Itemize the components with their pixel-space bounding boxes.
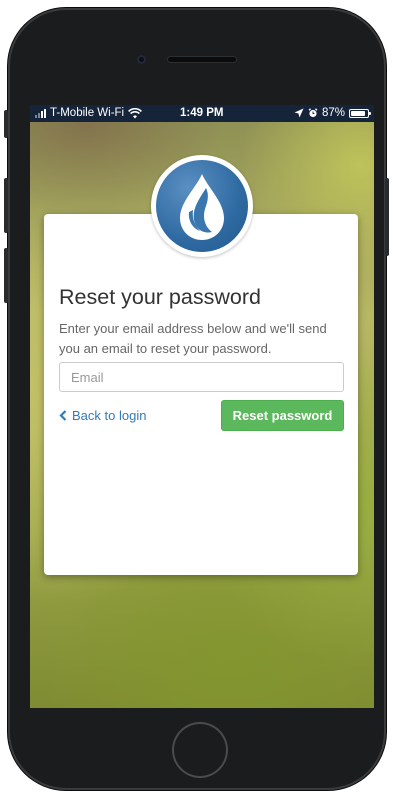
earpiece-speaker xyxy=(168,57,236,62)
app-logo xyxy=(151,155,253,257)
signal-icon xyxy=(35,108,46,118)
front-camera xyxy=(137,55,146,64)
email-input[interactable] xyxy=(59,362,344,392)
app-screen: T-Mobile Wi-Fi 1:49 PM 87% Reset your pa… xyxy=(30,105,374,708)
wifi-icon xyxy=(128,107,143,118)
volume-up-button xyxy=(4,178,8,233)
location-arrow-icon xyxy=(294,108,304,118)
volume-down-button xyxy=(4,248,8,303)
back-to-login-link[interactable]: Back to login xyxy=(59,408,146,423)
carrier-label: T-Mobile Wi-Fi xyxy=(50,107,125,119)
reset-password-button[interactable]: Reset password xyxy=(221,400,344,431)
water-drop-leaf-icon xyxy=(156,160,248,252)
mute-switch xyxy=(4,110,8,138)
status-bar-left: T-Mobile Wi-Fi xyxy=(35,107,143,119)
page-title: Reset your password xyxy=(59,285,261,309)
alarm-icon xyxy=(308,108,318,118)
status-bar: T-Mobile Wi-Fi 1:49 PM 87% xyxy=(30,105,374,122)
battery-icon xyxy=(349,108,371,118)
back-to-login-label: Back to login xyxy=(72,408,147,423)
instructions-text: Enter your email address below and we'll… xyxy=(59,321,327,356)
status-time: 1:49 PM xyxy=(180,107,224,119)
reset-password-card: Reset your password Enter your email add… xyxy=(44,214,358,575)
chevron-left-icon xyxy=(59,410,67,421)
status-bar-right: 87% xyxy=(294,107,371,119)
battery-percent: 87% xyxy=(321,107,345,119)
home-button[interactable] xyxy=(172,722,228,778)
power-button xyxy=(385,178,389,256)
